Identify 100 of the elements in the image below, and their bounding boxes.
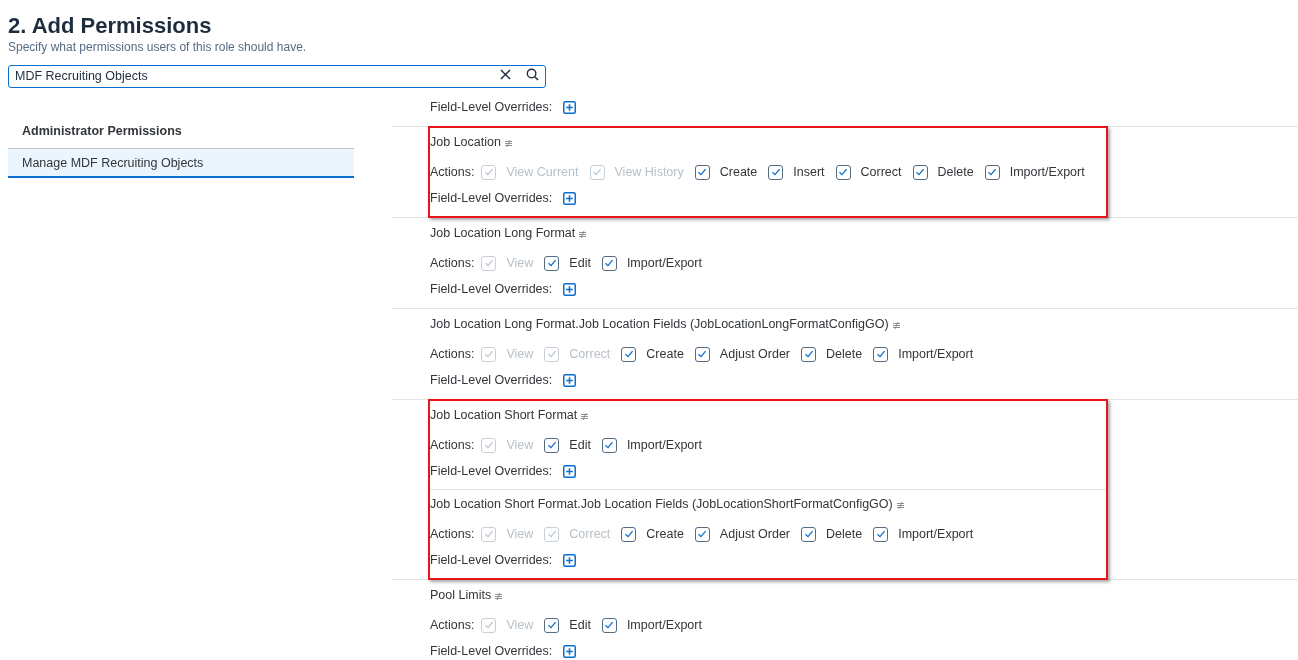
- action-label: Create: [646, 525, 684, 543]
- checkbox[interactable]: [873, 346, 889, 362]
- checkbox[interactable]: [694, 164, 710, 180]
- page-title: 2. Add Permissions: [8, 12, 213, 40]
- checkmark-icon: [915, 167, 925, 177]
- checkbox[interactable]: [801, 346, 817, 362]
- action-label: Delete: [826, 525, 863, 543]
- checkmark-icon: [770, 167, 781, 177]
- checkbox[interactable]: [912, 164, 928, 180]
- checkmark-icon: [697, 167, 708, 177]
- action-label: Delete: [937, 163, 974, 181]
- checkmark-icon: [546, 258, 557, 268]
- action-label: Correct: [569, 525, 611, 543]
- checkmark-icon: [623, 529, 634, 539]
- add-icon[interactable]: [563, 464, 577, 478]
- section-title: Job Location Short Format.Job Location Fields (JobLocationShortFormatConfigGO): [430, 495, 893, 513]
- add-icon[interactable]: [563, 282, 577, 296]
- action-label: View Current: [506, 163, 579, 181]
- action-label: View History: [614, 163, 684, 181]
- action-label: View: [506, 436, 534, 454]
- action-label: Edit: [569, 616, 591, 634]
- section-title: Job Location Short Format: [430, 406, 578, 424]
- search-field[interactable]: MDF Recruiting Objects: [8, 64, 546, 88]
- overrides-label: Field-Level Overrides:: [430, 280, 553, 298]
- checkmark-icon: [697, 529, 708, 539]
- section-title: Job Location: [430, 133, 501, 151]
- action-label: Create: [646, 345, 684, 363]
- add-icon[interactable]: [563, 553, 577, 567]
- checkmark-icon: [875, 349, 886, 359]
- action-label: Import/Export: [626, 616, 702, 634]
- section-title: Pool Limits: [430, 586, 492, 604]
- checkmark-icon: [483, 258, 494, 268]
- add-icon[interactable]: [563, 373, 577, 387]
- search-icon[interactable]: [526, 68, 539, 81]
- add-icon[interactable]: [563, 100, 577, 114]
- checkbox[interactable]: [873, 526, 889, 542]
- lines-icon: [579, 230, 587, 238]
- action-label: Import/Export: [626, 436, 702, 454]
- checkbox[interactable]: [694, 346, 710, 362]
- actions-label: Actions:: [430, 345, 475, 363]
- action-label: View: [506, 345, 534, 363]
- checkmark-icon: [546, 349, 557, 359]
- lines-icon: [495, 592, 503, 600]
- checkmark-icon: [623, 349, 634, 359]
- checkmark-icon: [483, 529, 494, 539]
- checkmark-icon: [697, 349, 708, 359]
- checkmark-icon: [803, 349, 814, 359]
- checkbox[interactable]: [621, 526, 637, 542]
- checkbox[interactable]: [544, 617, 560, 633]
- checkmark-icon: [546, 440, 557, 450]
- action-label: Delete: [826, 345, 863, 363]
- checkbox[interactable]: [601, 437, 617, 453]
- section-title: Job Location Long Format.Job Location Fields (JobLocationLongFormatConfigGO): [430, 315, 889, 333]
- action-label: View: [506, 525, 534, 543]
- checkbox[interactable]: [835, 164, 851, 180]
- add-icon[interactable]: [563, 644, 577, 658]
- action-label: Edit: [569, 254, 591, 272]
- overrides-label: Field-Level Overrides:: [430, 98, 553, 116]
- add-icon[interactable]: [563, 191, 577, 205]
- lines-icon: [504, 139, 512, 147]
- section-title: Job Location Long Format: [430, 224, 576, 242]
- sidebar-heading: Administrator Permissions: [21, 123, 183, 140]
- checkbox[interactable]: [694, 526, 710, 542]
- sidebar-item[interactable]: Manage MDF Recruiting Objects: [8, 148, 354, 178]
- overrides-label: Field-Level Overrides:: [430, 642, 553, 660]
- checkmark-icon: [803, 529, 814, 539]
- checkmark-icon: [875, 529, 886, 539]
- checkmark-icon: [546, 529, 557, 539]
- checkbox[interactable]: [601, 255, 617, 271]
- checkmark-icon: [604, 620, 615, 630]
- actions-label: Actions:: [430, 616, 475, 634]
- checkmark-icon: [546, 620, 557, 630]
- lines-icon: [581, 412, 589, 420]
- action-label: View: [506, 254, 534, 272]
- clear-icon[interactable]: [500, 69, 511, 80]
- checkbox[interactable]: [601, 617, 617, 633]
- action-label: Edit: [569, 436, 591, 454]
- checkbox[interactable]: [621, 346, 637, 362]
- checkmark-icon: [987, 167, 998, 177]
- action-label: Import/Export: [898, 345, 974, 363]
- actions-label: Actions:: [430, 525, 475, 543]
- checkbox[interactable]: [801, 526, 817, 542]
- checkmark-icon: [838, 167, 849, 177]
- checkbox[interactable]: [768, 164, 784, 180]
- checkbox[interactable]: [544, 255, 560, 271]
- action-label: Insert: [793, 163, 825, 181]
- checkbox[interactable]: [544, 437, 560, 453]
- overrides-label: Field-Level Overrides:: [430, 551, 553, 569]
- checkbox[interactable]: [984, 164, 1000, 180]
- action-label: Create: [719, 163, 758, 181]
- checkmark-icon: [604, 258, 615, 268]
- lines-icon: [896, 501, 904, 509]
- action-label: Adjust Order: [719, 525, 791, 543]
- lines-icon: [892, 321, 900, 329]
- overrides-label: Field-Level Overrides:: [430, 371, 553, 389]
- overrides-label: Field-Level Overrides:: [430, 189, 553, 207]
- checkmark-icon: [483, 167, 494, 177]
- action-label: Import/Export: [1009, 163, 1085, 181]
- action-label: Correct: [569, 345, 611, 363]
- action-label: Correct: [860, 163, 902, 181]
